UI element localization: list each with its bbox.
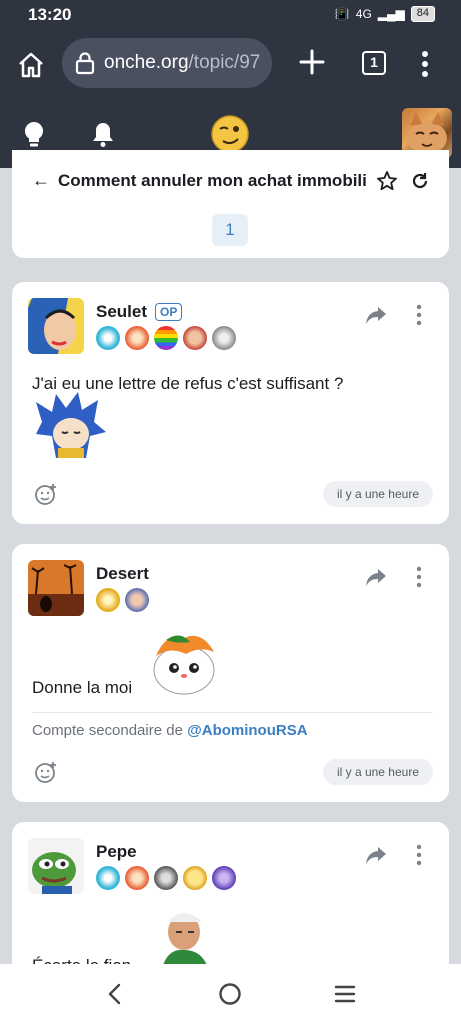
plus-icon[interactable] <box>298 48 326 76</box>
snowflake-badge-icon <box>96 866 120 890</box>
page-button[interactable]: 1 <box>212 214 248 246</box>
pepe-avatar-icon <box>28 838 84 894</box>
post-author[interactable]: Desert <box>96 564 149 584</box>
avatar[interactable] <box>28 560 84 616</box>
browser-chrome: 13:20 📳 4G ▂▄▆ 84 onche.org/topic/97 1 <box>0 0 461 168</box>
desert-avatar-icon <box>28 560 84 616</box>
home-circle-icon[interactable] <box>218 982 242 1006</box>
avatar[interactable] <box>28 298 84 354</box>
topic-header-card: ← Comment annuler mon achat immobili 1 <box>12 150 449 258</box>
author-name[interactable]: Pepe <box>96 842 137 862</box>
post-card: Desert Donne la moi Compte secondaire de… <box>12 544 449 802</box>
op-badge: OP <box>155 303 183 321</box>
reload-icon[interactable] <box>410 171 430 191</box>
add-reaction-icon[interactable] <box>34 482 58 506</box>
post-author[interactable]: Seulet OP <box>96 302 183 322</box>
more-options-icon[interactable] <box>414 304 424 326</box>
lightbulb-icon[interactable] <box>22 120 46 148</box>
secondary-prefix: Compte secondaire de <box>32 722 183 739</box>
smiley-badge-icon <box>183 866 207 890</box>
address-bar[interactable]: onche.org/topic/97 <box>62 38 272 88</box>
rocket-badge-icon <box>125 866 149 890</box>
author-name[interactable]: Desert <box>96 564 149 584</box>
star-icon[interactable] <box>376 170 398 192</box>
system-nav-bar <box>0 964 461 1024</box>
network-label: 4G <box>355 7 372 21</box>
bell-icon[interactable] <box>90 120 116 148</box>
post-card: Pepe Écarte le fion <box>12 822 449 982</box>
tabs-button[interactable]: 1 <box>362 51 386 75</box>
divider <box>32 712 433 713</box>
badge-list <box>96 866 236 890</box>
badge-list <box>96 326 236 350</box>
post-author[interactable]: Pepe <box>96 842 137 862</box>
status-bar: 13:20 📳 4G ▂▄▆ 84 <box>0 0 461 30</box>
url-host: onche.org <box>104 52 189 73</box>
sticker-image <box>36 392 106 458</box>
share-icon[interactable] <box>364 844 388 866</box>
face-badge-icon <box>183 326 207 350</box>
post-text: J'ai eu une lettre de refus c'est suffis… <box>32 374 344 393</box>
lock-icon <box>75 52 95 75</box>
sticker-image <box>162 913 208 968</box>
back-arrow-icon[interactable]: ← <box>32 170 50 191</box>
status-time: 13:20 <box>28 5 72 24</box>
portrait-badge-icon <box>125 588 149 612</box>
signal-icon: ▂▄▆ <box>377 7 405 21</box>
post-text: Donne la moi <box>32 678 133 697</box>
status-icons: 📳 4G ▂▄▆ 84 <box>335 6 435 22</box>
moon-badge-icon <box>212 866 236 890</box>
menu-icon[interactable] <box>418 50 432 78</box>
snowflake-badge-icon <box>96 326 120 350</box>
vibrate-icon: 📳 <box>334 7 350 21</box>
avatar[interactable] <box>28 838 84 894</box>
badge-list <box>96 588 149 612</box>
portrait-badge-icon <box>154 866 178 890</box>
url-path: /topic/97 <box>188 52 261 73</box>
rocket-badge-icon <box>125 326 149 350</box>
rainbow-badge-icon <box>154 326 178 350</box>
share-icon[interactable] <box>364 304 388 326</box>
add-reaction-icon[interactable] <box>34 760 58 784</box>
home-icon[interactable] <box>16 50 46 80</box>
more-options-icon[interactable] <box>414 844 424 866</box>
secondary-account-note: Compte secondaire de @AbominouRSA <box>32 722 308 739</box>
portrait-badge-icon <box>212 326 236 350</box>
author-name[interactable]: Seulet <box>96 302 147 322</box>
url-row: onche.org/topic/97 1 <box>0 36 461 92</box>
topic-title-row[interactable]: ← Comment annuler mon achat immobili <box>32 170 372 191</box>
post-card: Seulet OP J'ai eu une lettre de refus c'… <box>12 282 449 524</box>
post-timestamp: il y a une heure <box>322 759 433 785</box>
popart-avatar-icon <box>28 298 84 354</box>
more-options-icon[interactable] <box>414 566 424 588</box>
recents-icon[interactable] <box>334 984 356 1004</box>
back-icon[interactable] <box>104 982 126 1006</box>
site-logo-smiley-icon[interactable] <box>210 114 250 154</box>
topic-title: Comment annuler mon achat immobili <box>58 170 367 190</box>
battery-icon: 84 <box>410 6 435 22</box>
post-timestamp: il y a une heure <box>322 481 433 507</box>
sticker-image <box>153 635 215 695</box>
share-icon[interactable] <box>364 566 388 588</box>
star-badge-icon <box>96 588 120 612</box>
secondary-account-link[interactable]: @AbominouRSA <box>187 722 307 739</box>
